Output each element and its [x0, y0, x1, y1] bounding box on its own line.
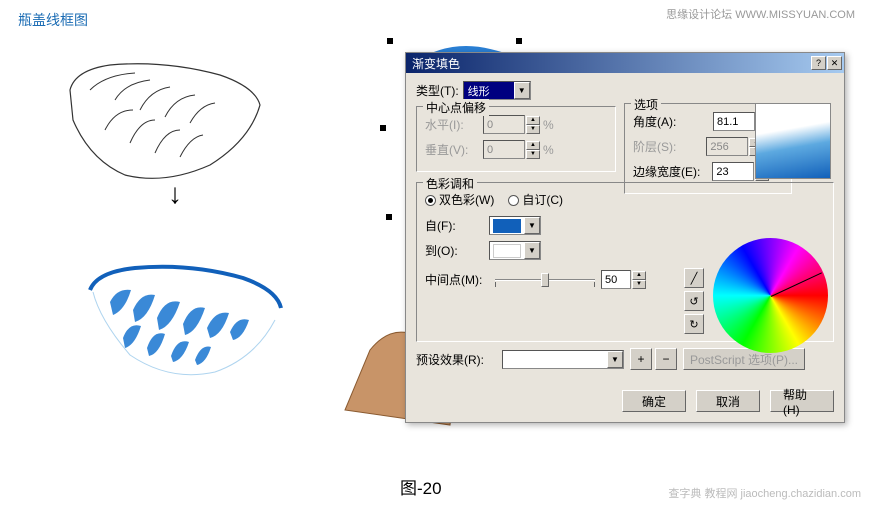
arrow-down-icon: ↓ [168, 178, 182, 210]
selection-handle[interactable] [387, 38, 393, 44]
chevron-down-icon[interactable]: ▼ [524, 242, 540, 259]
type-dropdown[interactable]: 线形 ▼ [463, 81, 531, 100]
horizontal-label: 水平(I): [425, 116, 479, 133]
steps-value: 256 [706, 137, 748, 156]
chevron-down-icon[interactable]: ▼ [524, 217, 540, 234]
edge-value[interactable]: 23 [712, 162, 754, 181]
slider-thumb[interactable] [541, 273, 549, 287]
selection-handle[interactable] [516, 38, 522, 44]
bicolor-text: 双色彩(W) [439, 193, 494, 207]
figure-caption: 图-20 [400, 474, 442, 499]
angle-value[interactable]: 81.1 [713, 112, 755, 131]
custom-radio-label[interactable]: 自订(C) [508, 191, 563, 208]
angle-label: 角度(A): [633, 113, 709, 130]
preset-label: 预设效果(R): [416, 351, 498, 368]
spin-up-icon: ▲ [526, 116, 540, 125]
selection-handle[interactable] [386, 214, 392, 220]
remove-preset-button[interactable]: − [655, 348, 677, 370]
ok-button[interactable]: 确定 [622, 390, 686, 412]
percent-unit: % [543, 118, 554, 132]
to-label: 到(O): [425, 242, 485, 259]
postscript-button: PostScript 选项(P)... [683, 348, 805, 370]
color-wheel[interactable] [713, 238, 828, 353]
slider-tick [594, 282, 595, 287]
center-offset-group: 中心点偏移 水平(I): 0 ▲▼ % 垂直(V): 0 ▲▼ % [416, 106, 616, 172]
custom-text: 自订(C) [522, 193, 563, 207]
vertical-label: 垂直(V): [425, 141, 479, 158]
options-title: 选项 [631, 96, 661, 113]
spin-up-icon: ▲ [526, 141, 540, 150]
close-button[interactable]: ✕ [827, 56, 842, 70]
spin-down-icon: ▼ [526, 150, 540, 159]
direct-blend-icon[interactable]: ╱ [684, 268, 704, 288]
watermark-bottom: 查字典 教程网 jiaocheng.chazidian.com [668, 488, 861, 501]
page-title-label: 瓶盖线框图 [18, 10, 88, 30]
vertical-input: 0 ▲▼ [483, 140, 540, 159]
color-swatch-white [493, 244, 521, 258]
chevron-down-icon[interactable]: ▼ [514, 82, 530, 99]
center-offset-title: 中心点偏移 [423, 99, 489, 116]
wireframe-filled-sketch [75, 260, 290, 410]
gradient-fill-dialog: 渐变填色 ? ✕ 类型(T): 线形 ▼ 中心点偏移 水平(I): 0 ▲▼ % [405, 52, 845, 423]
to-color-dropdown[interactable]: ▼ [489, 241, 541, 260]
steps-label: 阶层(S): [633, 138, 702, 155]
preset-dropdown[interactable]: ▼ [502, 350, 624, 369]
midpoint-input[interactable]: 50 ▲▼ [601, 270, 646, 289]
spin-down-icon[interactable]: ▼ [632, 280, 646, 289]
horizontal-value: 0 [483, 115, 525, 134]
spin-down-icon: ▼ [526, 125, 540, 134]
horizontal-input: 0 ▲▼ [483, 115, 540, 134]
radio-icon[interactable] [425, 195, 436, 206]
dialog-footer: 确定 取消 帮助(H) [406, 384, 844, 422]
midpoint-slider[interactable] [495, 271, 595, 289]
percent-unit: % [543, 143, 554, 157]
gradient-preview [755, 103, 831, 179]
dialog-titlebar[interactable]: 渐变填色 ? ✕ [406, 53, 844, 73]
color-blend-title: 色彩调和 [423, 175, 477, 192]
bicolor-radio-label[interactable]: 双色彩(W) [425, 191, 494, 208]
watermark-top: 思缘设计论坛 WWW.MISSYUAN.COM [666, 6, 855, 22]
color-swatch-blue [493, 219, 521, 233]
help-button[interactable]: ? [811, 56, 826, 70]
edge-label: 边缘宽度(E): [633, 163, 708, 180]
type-label: 类型(T): [416, 82, 459, 99]
add-preset-button[interactable]: + [630, 348, 652, 370]
blend-direction-tools: ╱ ↺ ↻ [684, 268, 704, 337]
cw-blend-icon[interactable]: ↻ [684, 314, 704, 334]
ccw-blend-icon[interactable]: ↺ [684, 291, 704, 311]
chevron-down-icon[interactable]: ▼ [607, 351, 623, 368]
wireframe-outline-sketch [55, 55, 270, 200]
selection-handle[interactable] [380, 125, 386, 131]
cancel-button[interactable]: 取消 [696, 390, 760, 412]
midpoint-value[interactable]: 50 [601, 270, 631, 289]
from-color-dropdown[interactable]: ▼ [489, 216, 541, 235]
preset-value [503, 351, 607, 368]
dialog-title: 渐变填色 [412, 55, 810, 72]
help-button[interactable]: 帮助(H) [770, 390, 834, 412]
slider-tick [495, 282, 496, 287]
spin-up-icon[interactable]: ▲ [632, 271, 646, 280]
type-value: 线形 [464, 82, 514, 99]
from-label: 自(F): [425, 217, 485, 234]
vertical-value: 0 [483, 140, 525, 159]
radio-icon[interactable] [508, 195, 519, 206]
midpoint-label: 中间点(M): [425, 271, 491, 288]
